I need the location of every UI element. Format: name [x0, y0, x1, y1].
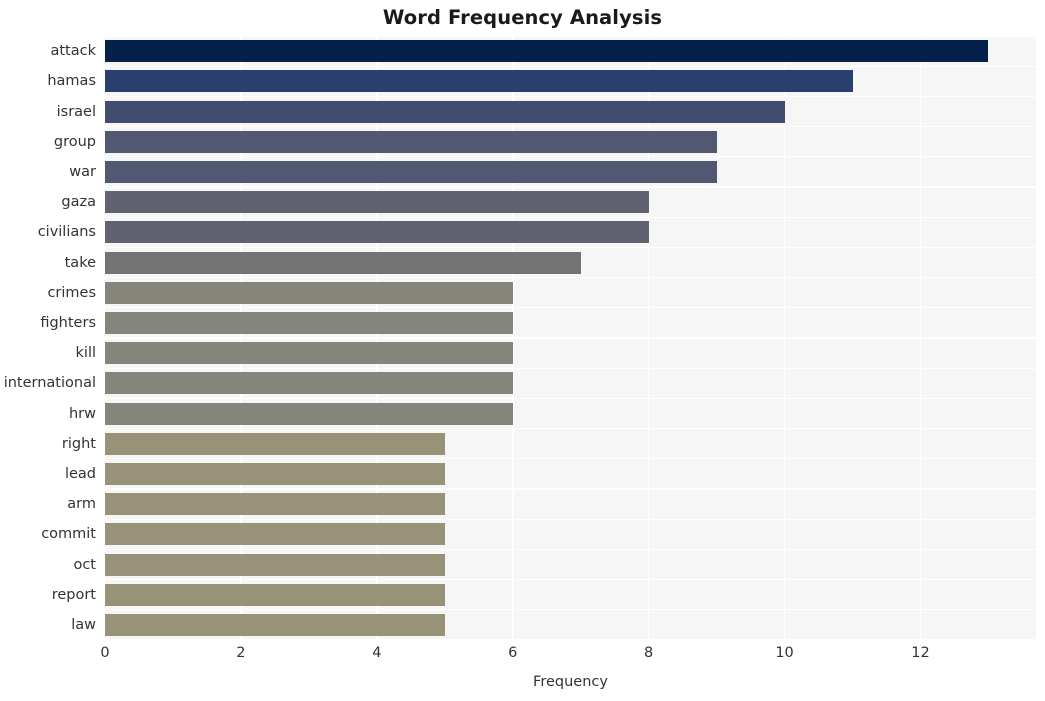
gridline-horizontal — [105, 518, 1036, 520]
y-tick-label-war: war — [69, 163, 96, 180]
y-tick-label-take: take — [64, 254, 96, 271]
y-tick-label-arm: arm — [67, 495, 96, 512]
y-tick-label-kill: kill — [75, 344, 96, 361]
x-tick-label-4: 4 — [372, 645, 382, 661]
gridline-horizontal — [105, 427, 1036, 430]
x-axis-label: Frequency — [533, 674, 608, 690]
bar-oct[interactable] — [105, 553, 445, 576]
y-tick-label-group: group — [53, 133, 96, 150]
gridline-horizontal — [105, 125, 1036, 128]
gridline-horizontal — [105, 65, 1036, 67]
gridline-horizontal — [105, 488, 1036, 490]
gridline-horizontal — [105, 246, 1036, 249]
y-tick-label-commit: commit — [41, 526, 96, 543]
x-tick-label-2: 2 — [236, 645, 246, 661]
bar-israel[interactable] — [105, 100, 785, 123]
y-tick-label-right: right — [61, 435, 96, 452]
gridline-horizontal — [105, 367, 1036, 369]
plot-area — [105, 36, 1036, 640]
y-axis-tick-labels: attack hamas israel group war gaza civilians ta… — [0, 36, 96, 640]
gridline-horizontal — [105, 548, 1036, 551]
gridline-horizontal — [105, 156, 1036, 158]
bar-commit[interactable] — [105, 523, 445, 546]
y-tick-label-international: international — [3, 375, 96, 392]
bar-law[interactable] — [105, 613, 445, 636]
y-tick-label-attack: attack — [50, 42, 96, 59]
x-tick-label-0: 0 — [100, 645, 110, 661]
bar-arm[interactable] — [105, 493, 445, 516]
y-tick-label-hamas: hamas — [47, 73, 96, 90]
bar-hamas[interactable] — [105, 70, 853, 93]
bar-war[interactable] — [105, 160, 717, 183]
y-tick-label-fighters: fighters — [40, 314, 96, 331]
y-tick-label-civilians: civilians — [37, 224, 96, 241]
bar-kill[interactable] — [105, 342, 513, 365]
gridline-horizontal — [105, 307, 1036, 309]
x-tick-label-10: 10 — [775, 645, 794, 661]
gridline-horizontal — [105, 276, 1036, 279]
y-tick-label-oct: oct — [73, 556, 96, 573]
bar-attack[interactable] — [105, 40, 989, 63]
gridline-horizontal — [105, 337, 1036, 339]
y-tick-label-report: report — [51, 586, 96, 603]
x-axis-tick-labels: 0 2 4 6 8 10 12 — [100, 645, 1036, 667]
gridline-horizontal — [105, 458, 1036, 460]
bar-report[interactable] — [105, 583, 445, 606]
bar-hrw[interactable] — [105, 402, 513, 425]
word-frequency-chart-figure: Word Frequency Analysis attack hamas israe… — [0, 0, 1045, 701]
x-tick-label-6: 6 — [508, 645, 518, 661]
y-tick-label-law: law — [71, 616, 96, 633]
bar-lead[interactable] — [105, 462, 445, 485]
gridline-horizontal — [105, 578, 1036, 581]
bar-civilians[interactable] — [105, 221, 649, 244]
bar-international[interactable] — [105, 372, 513, 395]
gridline-horizontal — [105, 216, 1036, 218]
gridline-horizontal — [105, 186, 1036, 188]
bar-right[interactable] — [105, 432, 445, 455]
y-tick-label-crimes: crimes — [47, 284, 96, 301]
gridline-horizontal — [105, 397, 1036, 400]
bar-fighters[interactable] — [105, 311, 513, 334]
x-tick-label-12: 12 — [911, 645, 930, 661]
x-tick-label-8: 8 — [644, 645, 654, 661]
page-title: Word Frequency Analysis — [382, 6, 663, 29]
bar-take[interactable] — [105, 251, 581, 274]
gridline-horizontal — [105, 95, 1036, 98]
y-tick-label-lead: lead — [64, 465, 96, 482]
bar-gaza[interactable] — [105, 191, 649, 214]
gridline-horizontal — [105, 36, 1036, 37]
bar-crimes[interactable] — [105, 281, 513, 304]
y-tick-label-gaza: gaza — [61, 193, 96, 210]
gridline-horizontal — [105, 639, 1036, 640]
y-tick-label-hrw: hrw — [68, 405, 96, 422]
gridline-horizontal — [105, 609, 1036, 611]
bar-group[interactable] — [105, 130, 717, 153]
y-tick-label-israel: israel — [56, 103, 96, 120]
